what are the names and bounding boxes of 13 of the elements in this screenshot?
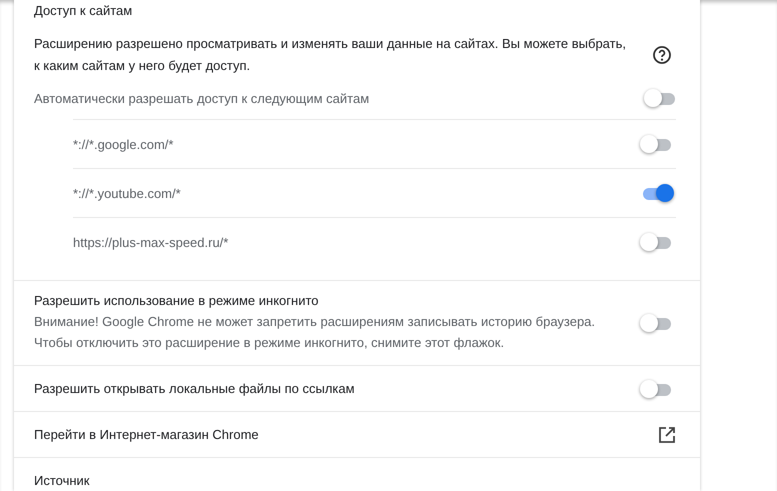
- external-link-icon[interactable]: [658, 426, 676, 444]
- help-icon[interactable]: [652, 45, 672, 65]
- site-pattern: *://*.youtube.com/*: [73, 186, 181, 200]
- setting-label: Разрешить открывать локальные файлы по ссылкам: [34, 381, 355, 396]
- site-pattern: *://*.google.com/*: [73, 136, 174, 152]
- description-text: Расширению разрешено просматривать и изменять ваши данные на сайтах. Вы можете выбрать, к каким сайтам у него будет доступ.: [34, 35, 627, 75]
- setting-label: Источник: [34, 473, 90, 488]
- section-title: Доступ к сайтам: [34, 2, 134, 20]
- setting-label: Автоматически разрешать доступ к следующим сайтам: [34, 90, 370, 106]
- warning-text: Внимание! Google Chrome не может запретить расширениям записывать историю браузера. Чтобы отключить это расширение в режиме инкогнито, снимите этот флажок.: [34, 313, 596, 352]
- setting-label: Разрешить использование в режиме инкогнито: [34, 293, 320, 308]
- store-link[interactable]: Перейти в Интернет-магазин Chrome: [34, 427, 259, 442]
- site-pattern: https://plus-max-speed.ru/*: [73, 234, 228, 250]
